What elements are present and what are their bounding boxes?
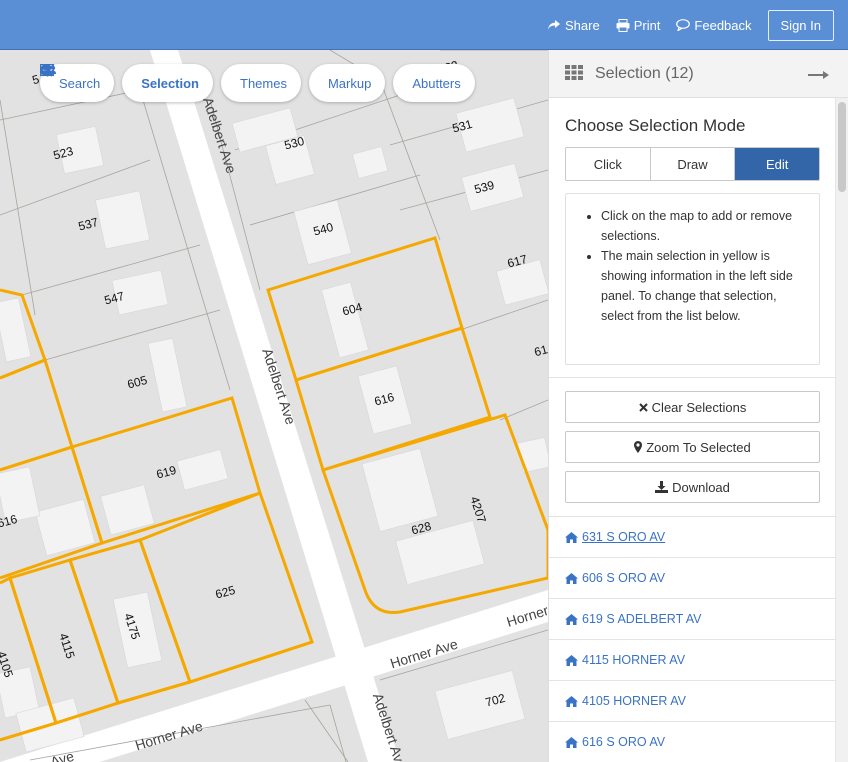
mode-edit-button[interactable]: Edit (735, 148, 819, 180)
selection-mode-toggle: Click Draw Edit (565, 147, 820, 181)
collapse-panel-button[interactable] (808, 64, 830, 85)
selection-mode-heading: Choose Selection Mode (565, 116, 746, 135)
home-icon (565, 695, 578, 707)
panel-title: Selection (12) (595, 64, 694, 82)
mode-click-button[interactable]: Click (566, 148, 651, 180)
selection-list-item[interactable]: 616 S ORO AV (549, 721, 836, 762)
selection-address: 606 S ORO AV (582, 571, 666, 585)
selection-list-item[interactable]: 631 S ORO AV (549, 516, 836, 557)
themes-label: Themes (240, 75, 287, 91)
share-icon (547, 19, 561, 31)
grid-icon (565, 64, 583, 83)
selection-address: 619 S ADELBERT AV (582, 612, 702, 626)
share-label: Share (564, 17, 600, 33)
print-label: Print (633, 17, 661, 33)
top-bar: Share Print Feedback Sign In (0, 0, 848, 50)
panel-scrollbar[interactable] (835, 98, 848, 762)
selection-label: Selection (141, 75, 199, 91)
home-icon (565, 531, 578, 543)
selection-button[interactable]: Selection (40, 64, 213, 102)
long-arrow-right-icon (808, 71, 829, 79)
lot-label: 61 (533, 342, 548, 359)
sign-in-button[interactable]: Sign In (767, 9, 834, 41)
clear-selections-button[interactable]: Clear Selections (565, 391, 820, 423)
zoom-to-selected-label: Zoom To Selected (646, 439, 751, 455)
selection-list-item[interactable]: 4115 HORNER AV (549, 639, 836, 680)
mode-draw-button[interactable]: Draw (651, 148, 736, 180)
home-icon (565, 654, 578, 666)
home-icon (565, 572, 578, 584)
help-item: The main selection in yellow is showing … (601, 246, 809, 326)
selection-address: 4105 HORNER AV (582, 694, 686, 708)
print-link[interactable]: Print (616, 17, 661, 33)
download-label: Download (672, 479, 730, 495)
home-icon (565, 736, 578, 748)
clear-selections-label: Clear Selections (651, 399, 747, 415)
selection-address: 631 S ORO AV (582, 530, 666, 544)
map-marker-icon (634, 441, 643, 453)
selection-list-item[interactable]: 4105 HORNER AV (549, 680, 836, 721)
share-link[interactable]: Share (547, 18, 600, 33)
themes-button[interactable]: Themes (40, 64, 301, 102)
map-canvas[interactable]: 523 531 539 530 540 523 537 547 605 604 … (0, 50, 548, 762)
search-label: Search (59, 75, 101, 91)
parcel-map[interactable]: 523 531 539 530 540 523 537 547 605 604 … (0, 50, 548, 762)
help-item: Click on the map to add or remove select… (601, 206, 809, 246)
selection-address: 616 S ORO AV (582, 735, 666, 749)
divider (549, 377, 836, 378)
selection-help-box: Click on the map to add or remove select… (565, 193, 820, 365)
feedback-link[interactable]: Feedback (676, 17, 752, 33)
selection-list-item[interactable]: 619 S ADELBERT AV (549, 598, 836, 639)
download-icon (655, 481, 669, 493)
selection-address: 4115 HORNER AV (582, 653, 686, 667)
selection-panel: Selection (12) Choose Selection Mode Cli… (548, 50, 848, 762)
top-nav: Share Print Feedback Sign In (547, 0, 848, 50)
close-icon (638, 402, 648, 412)
selection-list-item[interactable]: 606 S ORO AV (549, 557, 836, 598)
abutters-label: Abutters (412, 75, 461, 91)
zoom-to-selected-button[interactable]: Zoom To Selected (565, 431, 820, 463)
download-button[interactable]: Download (565, 471, 820, 503)
markup-label: Markup (327, 75, 372, 91)
home-icon (565, 613, 578, 625)
comment-icon (676, 19, 691, 31)
scrollbar-thumb[interactable] (838, 102, 846, 192)
print-icon (616, 18, 630, 32)
markup-button[interactable]: Markup (41, 64, 386, 102)
panel-header: Selection (12) (549, 50, 848, 98)
feedback-label: Feedback (694, 17, 752, 33)
abutters-button[interactable]: Abutters (40, 64, 475, 102)
map-toolbar: Search Selection Themes Markup Abutters (40, 64, 483, 102)
